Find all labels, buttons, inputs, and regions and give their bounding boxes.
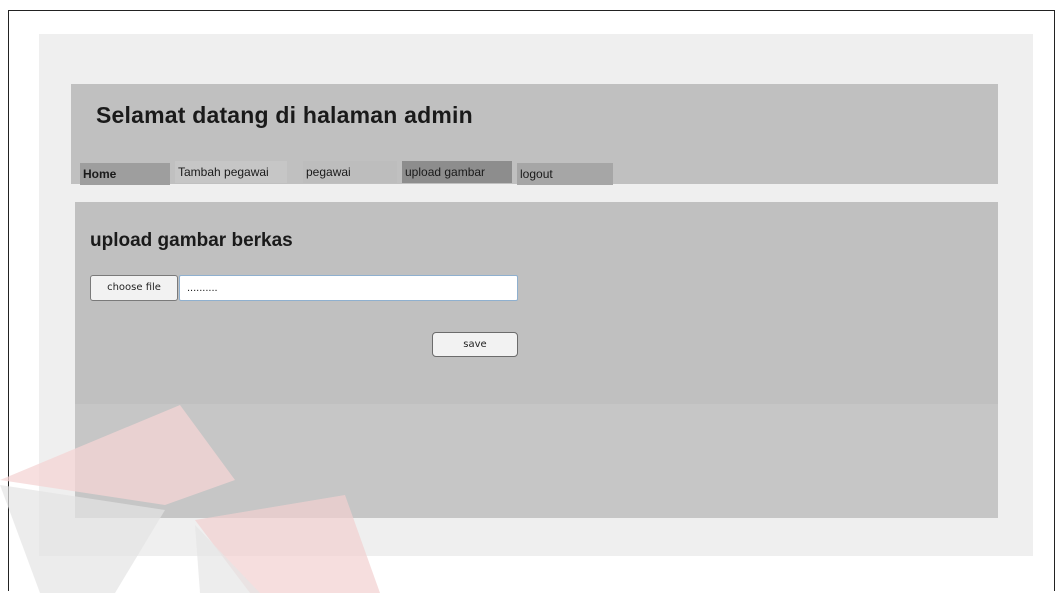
- upload-form-panel: upload gambar berkas choose file .......…: [75, 202, 998, 404]
- nav-item-tambah-pegawai[interactable]: Tambah pegawai: [175, 161, 287, 183]
- file-name-field[interactable]: ..........: [179, 275, 518, 301]
- nav-item-logout[interactable]: logout: [517, 163, 613, 185]
- page-title: Selamat datang di halaman admin: [96, 102, 473, 128]
- choose-file-button[interactable]: choose file: [90, 275, 178, 301]
- nav-item-home[interactable]: Home: [80, 163, 170, 185]
- content-lower-panel: [75, 404, 998, 518]
- section-title: upload gambar berkas: [90, 230, 293, 251]
- save-button[interactable]: save: [432, 332, 518, 357]
- nav-item-pegawai[interactable]: pegawai: [303, 161, 397, 183]
- nav-item-upload-gambar[interactable]: upload gambar: [402, 161, 512, 183]
- admin-header: Selamat datang di halaman admin Home Tam…: [71, 84, 998, 185]
